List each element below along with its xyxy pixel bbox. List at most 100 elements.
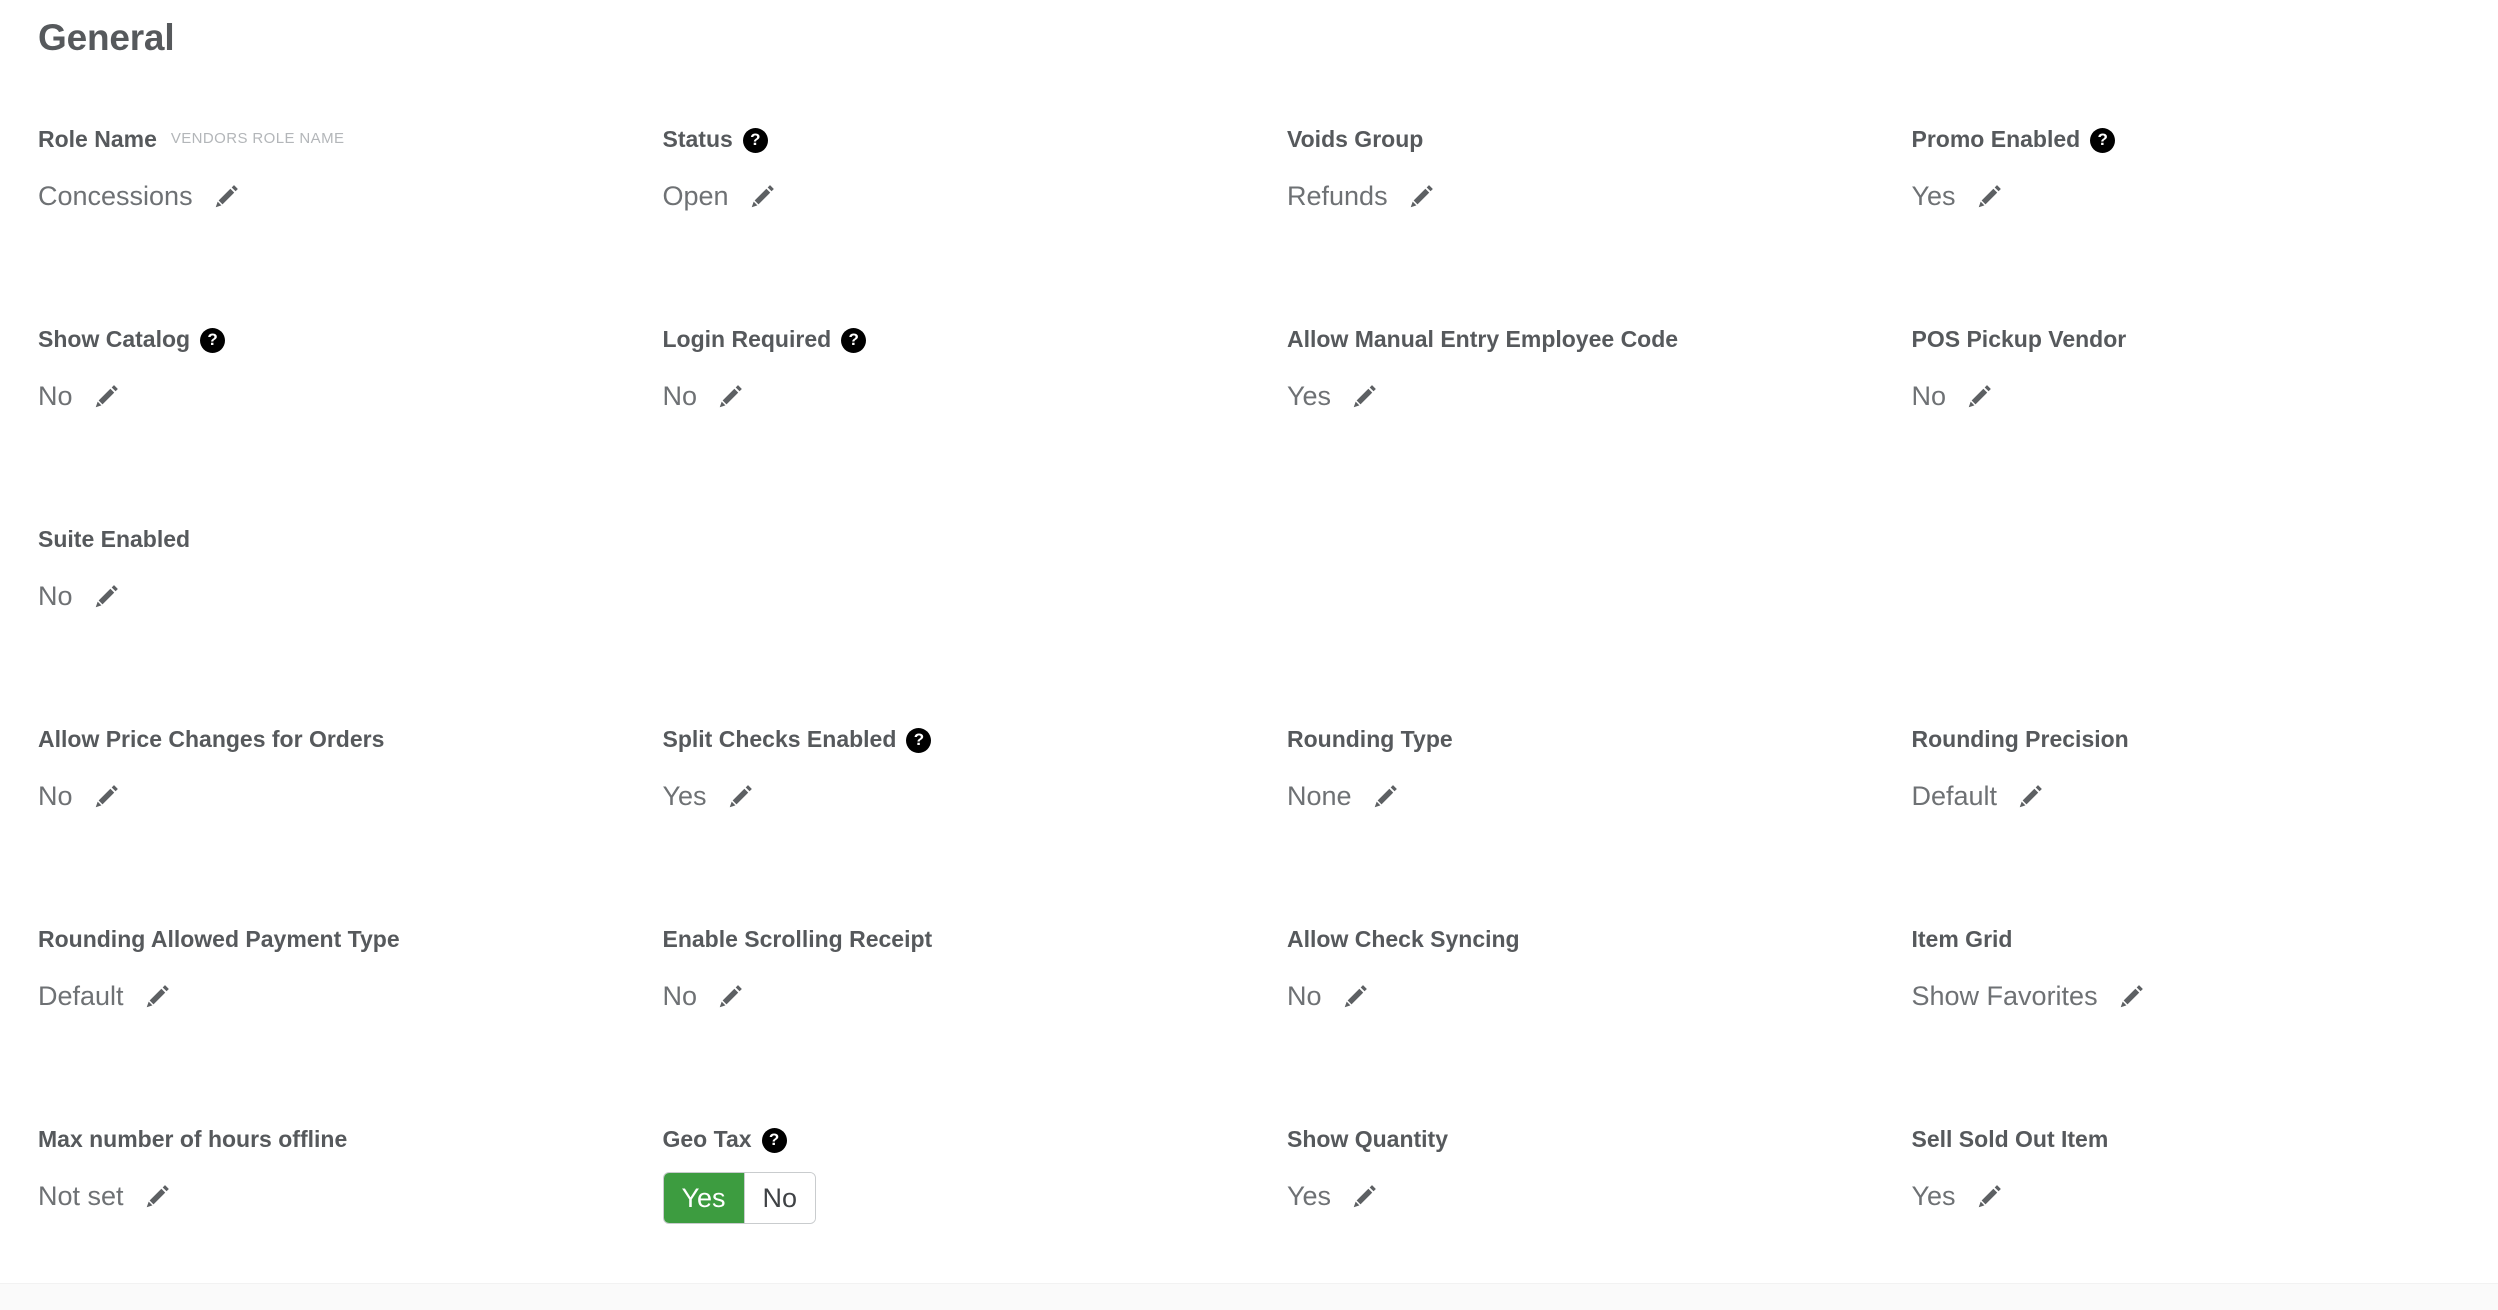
- field-rounding-type: Rounding Type None: [1249, 708, 1874, 908]
- field-label-text: Role Name: [38, 126, 157, 152]
- edit-pencil-icon[interactable]: [92, 582, 121, 611]
- field-value-row: No: [38, 579, 625, 613]
- settings-grid: Role Name VENDORS ROLE NAME Concessions Sta…: [0, 108, 2498, 1308]
- page-title: General: [38, 17, 175, 58]
- settings-row: Max number of hours offline Not set Geo Ta…: [0, 1108, 2498, 1308]
- field-value: Yes: [1287, 1181, 1332, 1211]
- field-promo-enabled: Promo Enabled? Yes: [1874, 108, 2498, 308]
- help-icon[interactable]: ?: [200, 327, 226, 353]
- help-icon[interactable]: ?: [761, 1127, 787, 1153]
- field-label-text: Login Required: [662, 326, 832, 352]
- field-login-required: Login Required? No: [625, 308, 1250, 508]
- settings-row: Allow Price Changes for Orders No Split Ch…: [0, 708, 2498, 908]
- field-value: None: [1287, 781, 1352, 811]
- field-empty: [1249, 508, 1874, 708]
- field-show-catalog: Show Catalog? No: [0, 308, 625, 508]
- field-value: Yes: [662, 781, 707, 811]
- field-value-row: Not set: [38, 1179, 625, 1213]
- field-label-text: Show Catalog: [38, 326, 191, 352]
- field-empty: [625, 508, 1250, 708]
- yes-no-toggle[interactable]: Yes No: [662, 1172, 817, 1224]
- edit-pencil-icon[interactable]: [1371, 782, 1400, 811]
- field-enable-scrolling-receipt: Enable Scrolling Receipt No: [625, 908, 1250, 1108]
- settings-row: Role Name VENDORS ROLE NAME Concessions Sta…: [0, 108, 2498, 308]
- edit-pencil-icon[interactable]: [726, 782, 755, 811]
- field-label: Enable Scrolling Receipt: [663, 924, 1250, 954]
- edit-pencil-icon[interactable]: [143, 1182, 172, 1211]
- field-value: Yes: [1287, 381, 1332, 411]
- field-value-row: Yes: [1912, 1179, 2498, 1213]
- help-icon-glyph: ?: [848, 329, 859, 349]
- field-value-row: Yes: [1287, 1179, 1874, 1213]
- field-value: Show Favorites: [1911, 981, 2098, 1011]
- field-allow-check-syncing: Allow Check Syncing No: [1249, 908, 1874, 1108]
- field-value: No: [38, 781, 73, 811]
- edit-pencil-icon[interactable]: [92, 382, 121, 411]
- field-label-text: Suite Enabled: [38, 526, 191, 552]
- field-label: Split Checks Enabled?: [663, 724, 1250, 754]
- toggle-option-yes[interactable]: Yes: [663, 1173, 744, 1223]
- field-voids-group: Voids Group Refunds: [1249, 108, 1874, 308]
- edit-pencil-icon[interactable]: [1341, 982, 1370, 1011]
- edit-pencil-icon[interactable]: [92, 782, 121, 811]
- help-icon[interactable]: ?: [906, 727, 932, 753]
- field-label: Role Name VENDORS ROLE NAME: [38, 124, 625, 154]
- field-value-row: No: [38, 779, 625, 813]
- field-pos-pickup-vendor: POS Pickup Vendor No: [1874, 308, 2498, 508]
- field-label-text: Max number of hours offline: [38, 1126, 348, 1152]
- edit-pencil-icon[interactable]: [1350, 382, 1379, 411]
- field-show-quantity: Show Quantity Yes: [1249, 1108, 1874, 1308]
- help-icon-glyph: ?: [2097, 129, 2108, 149]
- edit-pencil-icon[interactable]: [2117, 982, 2146, 1011]
- field-value-row: Refunds: [1287, 179, 1874, 213]
- field-value: Open: [662, 181, 729, 211]
- edit-pencil-icon[interactable]: [1975, 1182, 2004, 1211]
- field-sublabel: VENDORS ROLE NAME: [170, 130, 345, 147]
- field-rounding-allowed-payment-type: Rounding Allowed Payment Type Default: [0, 908, 625, 1108]
- edit-pencil-icon[interactable]: [2016, 782, 2045, 811]
- edit-pencil-icon[interactable]: [716, 382, 745, 411]
- edit-pencil-icon[interactable]: [1350, 1182, 1379, 1211]
- help-icon[interactable]: ?: [841, 327, 867, 353]
- settings-row: Show Catalog? No Login Required? No Allow Ma…: [0, 308, 2498, 508]
- field-value-row: No: [38, 379, 625, 413]
- edit-pencil-icon[interactable]: [748, 182, 777, 211]
- field-value-row: Show Favorites: [1912, 979, 2498, 1013]
- field-value: No: [38, 581, 73, 611]
- edit-pencil-icon[interactable]: [1407, 182, 1436, 211]
- general-settings-page: General Role Name VENDORS ROLE NAME Conces…: [0, 0, 2498, 1310]
- field-label: Show Quantity: [1287, 1124, 1874, 1154]
- field-label: Item Grid: [1912, 924, 2498, 954]
- field-label: Sell Sold Out Item: [1912, 1124, 2498, 1154]
- edit-pencil-icon[interactable]: [1965, 382, 1994, 411]
- field-label-text: Item Grid: [1911, 926, 2013, 952]
- field-label: Rounding Type: [1287, 724, 1874, 754]
- field-label: Allow Price Changes for Orders: [38, 724, 625, 754]
- field-label: Allow Manual Entry Employee Code: [1287, 324, 1874, 354]
- field-label-text: Status: [662, 126, 733, 152]
- field-label-text: Allow Price Changes for Orders: [38, 726, 385, 752]
- edit-pencil-icon[interactable]: [143, 982, 172, 1011]
- field-label-text: Rounding Type: [1287, 726, 1453, 752]
- field-value: No: [662, 981, 698, 1011]
- toggle-option-no[interactable]: No: [743, 1173, 816, 1223]
- help-icon-glyph: ?: [913, 729, 925, 749]
- field-value-row: No: [1287, 979, 1874, 1013]
- edit-pencil-icon[interactable]: [716, 982, 745, 1011]
- field-label: Login Required?: [663, 324, 1250, 354]
- field-value-row: No: [663, 979, 1250, 1013]
- edit-pencil-icon[interactable]: [212, 182, 241, 211]
- field-value-row: Default: [38, 979, 625, 1013]
- field-value-row: Yes: [1287, 379, 1874, 413]
- help-icon[interactable]: ?: [742, 127, 768, 153]
- field-value: Not set: [38, 1181, 124, 1211]
- field-status: Status? Open: [625, 108, 1250, 308]
- field-role-name: Role Name VENDORS ROLE NAME Concessions: [0, 108, 625, 308]
- settings-row: Rounding Allowed Payment Type Default Enab…: [0, 908, 2498, 1108]
- field-label-text: Allow Manual Entry Employee Code: [1287, 326, 1679, 352]
- field-split-checks-enabled: Split Checks Enabled? Yes: [625, 708, 1250, 908]
- help-icon[interactable]: ?: [2090, 127, 2116, 153]
- field-allow-price-changes-for-orders: Allow Price Changes for Orders No: [0, 708, 625, 908]
- field-value-row: No: [663, 379, 1250, 413]
- edit-pencil-icon[interactable]: [1975, 182, 2004, 211]
